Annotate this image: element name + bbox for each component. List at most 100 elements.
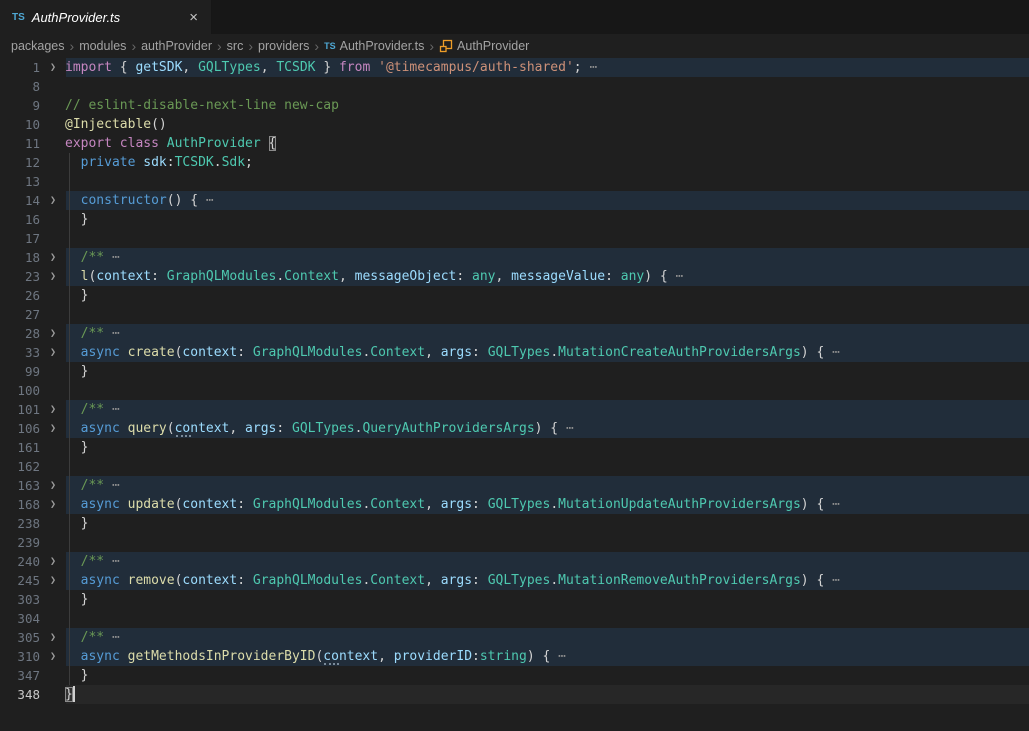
folded-code-ellipsis[interactable]: ⋯ <box>550 649 566 664</box>
close-icon[interactable]: × <box>186 9 201 26</box>
code-line[interactable]: 310❯ async getMethodsInProviderByID(cont… <box>0 647 1029 666</box>
folded-code-ellipsis[interactable]: ⋯ <box>104 326 120 341</box>
code-line[interactable]: 163❯ /** ⋯ <box>0 476 1029 495</box>
code-line[interactable]: 18❯ /** ⋯ <box>0 248 1029 267</box>
fold-chevron-icon[interactable]: ❯ <box>46 552 60 571</box>
code-line[interactable]: 101❯ /** ⋯ <box>0 400 1029 419</box>
line-number[interactable]: 310 <box>0 647 40 666</box>
code-line[interactable]: 27 <box>0 305 1029 324</box>
line-number[interactable]: 305 <box>0 628 40 647</box>
line-number[interactable]: 18 <box>0 248 40 267</box>
code-line[interactable]: 245❯ async remove(context: GraphQLModule… <box>0 571 1029 590</box>
fold-chevron-icon[interactable]: ❯ <box>46 267 60 286</box>
folded-code-ellipsis[interactable]: ⋯ <box>104 554 120 569</box>
folded-code-ellipsis[interactable]: ⋯ <box>104 250 120 265</box>
line-number[interactable]: 17 <box>0 229 40 248</box>
fold-chevron-icon[interactable]: ❯ <box>46 324 60 343</box>
code-line[interactable]: 9// eslint-disable-next-line new-cap <box>0 96 1029 115</box>
code-line[interactable]: 347 } <box>0 666 1029 685</box>
line-number[interactable]: 26 <box>0 286 40 305</box>
fold-chevron-icon[interactable]: ❯ <box>46 571 60 590</box>
line-number[interactable]: 10 <box>0 115 40 134</box>
line-number[interactable]: 101 <box>0 400 40 419</box>
folded-code-ellipsis[interactable]: ⋯ <box>824 573 840 588</box>
line-number[interactable]: 161 <box>0 438 40 457</box>
folded-code-ellipsis[interactable]: ⋯ <box>104 402 120 417</box>
code-line[interactable]: 240❯ /** ⋯ <box>0 552 1029 571</box>
code-line[interactable]: 13 <box>0 172 1029 191</box>
code-line[interactable]: 23❯ l(context: GraphQLModules.Context, m… <box>0 267 1029 286</box>
folded-code-ellipsis[interactable]: ⋯ <box>198 193 214 208</box>
line-number[interactable]: 13 <box>0 172 40 191</box>
fold-chevron-icon[interactable]: ❯ <box>46 495 60 514</box>
line-number[interactable]: 347 <box>0 666 40 685</box>
breadcrumb-item-src[interactable]: src <box>227 39 244 53</box>
line-number[interactable]: 12 <box>0 153 40 172</box>
code-line[interactable]: 11export class AuthProvider { <box>0 134 1029 153</box>
line-number[interactable]: 33 <box>0 343 40 362</box>
fold-chevron-icon[interactable]: ❯ <box>46 647 60 666</box>
code-line[interactable]: 239 <box>0 533 1029 552</box>
line-number[interactable]: 100 <box>0 381 40 400</box>
breadcrumb-item-providers[interactable]: providers <box>258 39 309 53</box>
breadcrumb-item-packages[interactable]: packages <box>11 39 65 53</box>
fold-chevron-icon[interactable]: ❯ <box>46 58 60 77</box>
fold-chevron-icon[interactable]: ❯ <box>46 476 60 495</box>
fold-chevron-icon[interactable]: ❯ <box>46 248 60 267</box>
fold-chevron-icon[interactable]: ❯ <box>46 400 60 419</box>
line-number[interactable]: 238 <box>0 514 40 533</box>
line-number[interactable]: 8 <box>0 77 40 96</box>
code-line[interactable]: 10@Injectable() <box>0 115 1029 134</box>
line-number[interactable]: 348 <box>0 685 40 704</box>
code-line[interactable]: 12 private sdk:TCSDK.Sdk; <box>0 153 1029 172</box>
code-line[interactable]: 28❯ /** ⋯ <box>0 324 1029 343</box>
folded-code-ellipsis[interactable]: ⋯ <box>824 345 840 360</box>
code-line[interactable]: 26 } <box>0 286 1029 305</box>
fold-chevron-icon[interactable]: ❯ <box>46 419 60 438</box>
folded-code-ellipsis[interactable]: ⋯ <box>104 630 120 645</box>
breadcrumb-item-authprovider-ts[interactable]: TSAuthProvider.ts <box>324 39 424 53</box>
code-line[interactable]: 348} <box>0 685 1029 704</box>
code-line[interactable]: 106❯ async query(context, args: GQLTypes… <box>0 419 1029 438</box>
code-line[interactable]: 1❯import { getSDK, GQLTypes, TCSDK } fro… <box>0 58 1029 77</box>
line-number[interactable]: 106 <box>0 419 40 438</box>
code-line[interactable]: 17 <box>0 229 1029 248</box>
code-line[interactable]: 305❯ /** ⋯ <box>0 628 1029 647</box>
line-number[interactable]: 304 <box>0 609 40 628</box>
code-line[interactable]: 303 } <box>0 590 1029 609</box>
line-number[interactable]: 16 <box>0 210 40 229</box>
code-line[interactable]: 100 <box>0 381 1029 400</box>
line-number[interactable]: 27 <box>0 305 40 324</box>
code-line[interactable]: 162 <box>0 457 1029 476</box>
line-number[interactable]: 9 <box>0 96 40 115</box>
fold-chevron-icon[interactable]: ❯ <box>46 628 60 647</box>
line-number[interactable]: 99 <box>0 362 40 381</box>
folded-code-ellipsis[interactable]: ⋯ <box>582 60 598 75</box>
folded-code-ellipsis[interactable]: ⋯ <box>668 269 684 284</box>
line-number[interactable]: 11 <box>0 134 40 153</box>
tab-authprovider[interactable]: TS AuthProvider.ts × <box>0 0 212 34</box>
fold-chevron-icon[interactable]: ❯ <box>46 343 60 362</box>
code-line[interactable]: 99 } <box>0 362 1029 381</box>
code-line[interactable]: 168❯ async update(context: GraphQLModule… <box>0 495 1029 514</box>
folded-code-ellipsis[interactable]: ⋯ <box>104 478 120 493</box>
line-number[interactable]: 1 <box>0 58 40 77</box>
breadcrumb-item-authprovider[interactable]: authProvider <box>141 39 212 53</box>
code-line[interactable]: 16 } <box>0 210 1029 229</box>
line-number[interactable]: 14 <box>0 191 40 210</box>
line-number[interactable]: 163 <box>0 476 40 495</box>
line-number[interactable]: 23 <box>0 267 40 286</box>
line-number[interactable]: 28 <box>0 324 40 343</box>
code-line[interactable]: 14❯ constructor() { ⋯ <box>0 191 1029 210</box>
line-number[interactable]: 239 <box>0 533 40 552</box>
code-line[interactable]: 8 <box>0 77 1029 96</box>
folded-code-ellipsis[interactable]: ⋯ <box>558 421 574 436</box>
code-line[interactable]: 304 <box>0 609 1029 628</box>
line-number[interactable]: 240 <box>0 552 40 571</box>
code-line[interactable]: 33❯ async create(context: GraphQLModules… <box>0 343 1029 362</box>
line-number[interactable]: 162 <box>0 457 40 476</box>
breadcrumb-item-authprovider[interactable]: AuthProvider <box>439 39 529 53</box>
code-line[interactable]: 238 } <box>0 514 1029 533</box>
fold-chevron-icon[interactable]: ❯ <box>46 191 60 210</box>
line-number[interactable]: 168 <box>0 495 40 514</box>
